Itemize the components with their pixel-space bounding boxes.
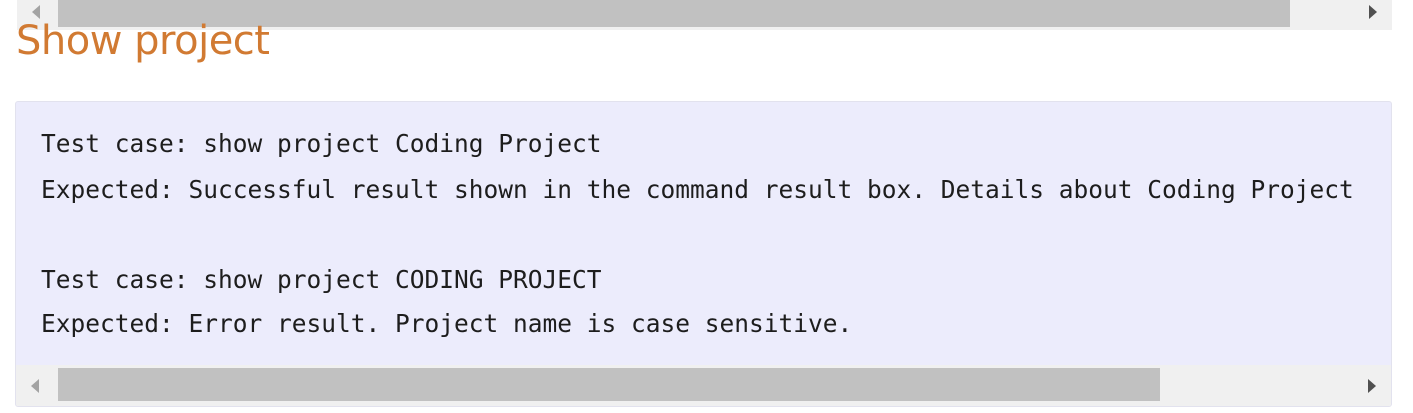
code-line: Expected: Error result. Project name is … [41,309,853,338]
scroll-right-button[interactable] [1354,0,1392,24]
section-heading: Show project [16,18,270,64]
code-content: Test case: show project Coding Project E… [41,124,1354,338]
triangle-right-icon [1368,378,1376,393]
code-line: Test case: show project Coding Project [41,129,602,158]
triangle-right-icon [1369,5,1377,19]
code-line: Test case: show project CODING PROJECT [41,265,602,294]
code-horizontal-scrollbar[interactable] [16,365,1391,406]
triangle-left-icon [31,378,39,393]
code-line: Expected: Successful result shown in the… [41,175,1354,204]
scroll-right-button[interactable] [1353,365,1391,406]
scroll-thumb[interactable] [58,368,1160,401]
code-block: Test case: show project Coding Project E… [15,101,1392,407]
scroll-left-button[interactable] [16,365,54,406]
